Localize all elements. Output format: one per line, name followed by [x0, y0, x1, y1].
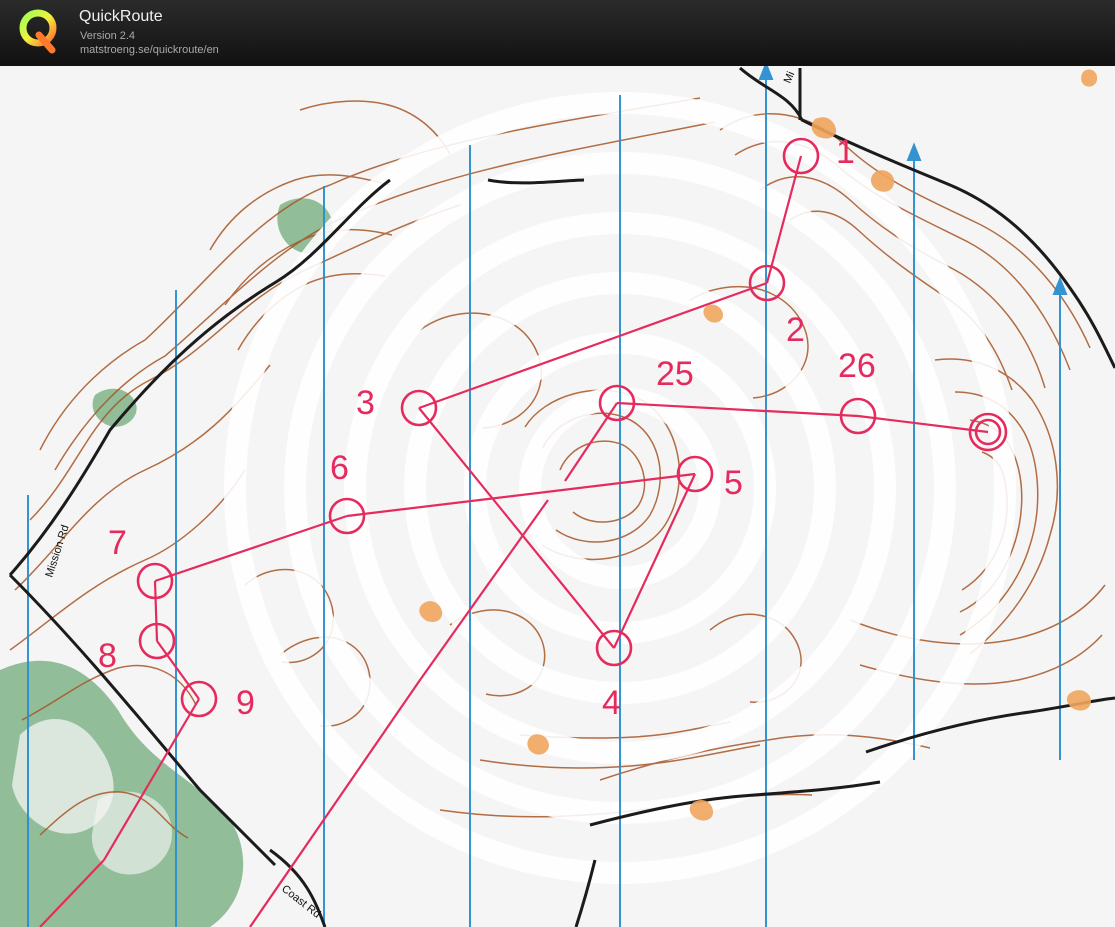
- control-2-label: 2: [786, 311, 805, 349]
- control-26-label: 26: [838, 347, 876, 385]
- map-canvas[interactable]: 1 2 3 4 5 6 7 8 9 25 26 Mission Rd Mi Co…: [0, 66, 1115, 927]
- control-8-label: 8: [98, 637, 117, 675]
- quickroute-window: QuickRoute Version 2.4 matstroeng.se/qui…: [0, 0, 1115, 927]
- quickroute-logo-icon: [19, 9, 57, 54]
- app-url: matstroeng.se/quickroute/en: [80, 44, 219, 56]
- app-title: QuickRoute: [79, 8, 163, 25]
- control-5-label: 5: [724, 464, 743, 502]
- control-4-label: 4: [602, 684, 621, 722]
- app-version: Version 2.4: [80, 30, 136, 42]
- orienteering-map[interactable]: 1 2 3 4 5 6 7 8 9 25 26 Mission Rd Mi Co…: [0, 66, 1115, 927]
- app-header: QuickRoute Version 2.4 matstroeng.se/qui…: [0, 0, 1115, 66]
- control-9-label: 9: [236, 684, 255, 722]
- control-25-label: 25: [656, 355, 694, 393]
- control-7-label: 7: [108, 524, 127, 562]
- control-1-label: 1: [836, 133, 855, 171]
- control-6-label: 6: [330, 449, 349, 487]
- control-3-label: 3: [356, 384, 375, 422]
